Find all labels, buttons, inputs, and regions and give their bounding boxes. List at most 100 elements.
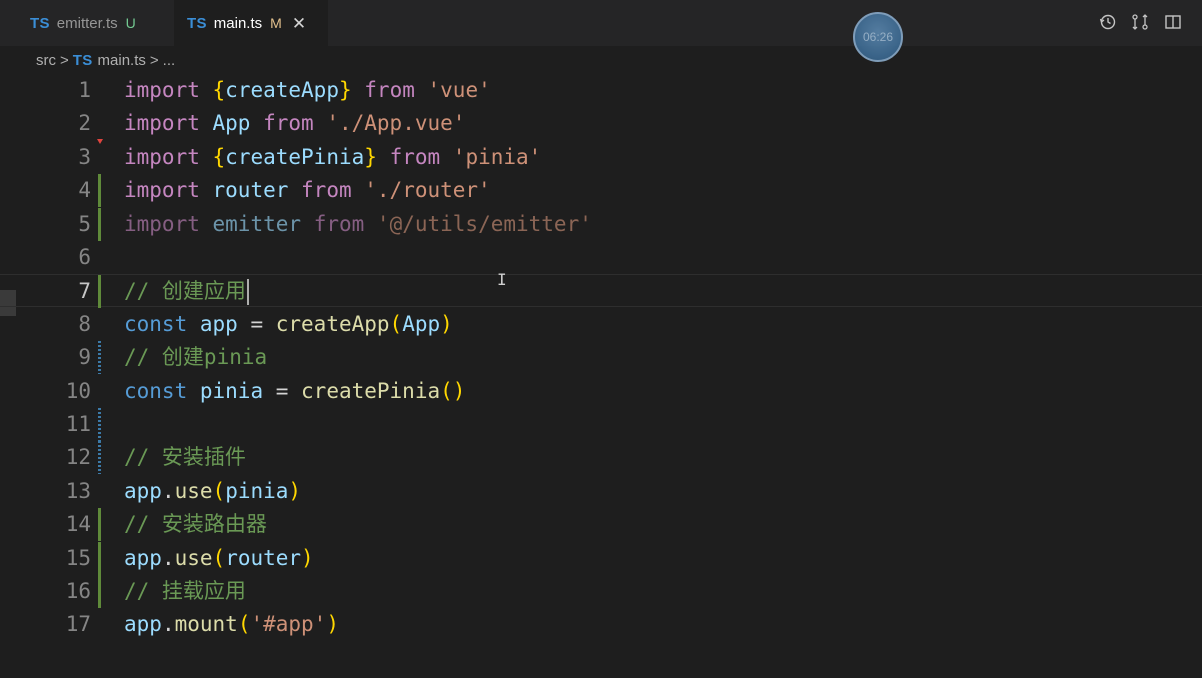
git-gutter-marker[interactable] [98, 541, 101, 575]
line-number[interactable]: 2 [41, 107, 91, 140]
code-line[interactable]: 2 import App from './App.vue' [0, 107, 1202, 140]
code-line[interactable]: 15 app.use(router) [0, 541, 1202, 575]
line-number[interactable]: 10 [41, 375, 91, 408]
line-number[interactable]: 3 [41, 141, 91, 174]
breadcrumb-file[interactable]: main.ts [98, 52, 146, 69]
history-icon[interactable] [1098, 12, 1118, 32]
line-number[interactable]: 14 [41, 508, 91, 541]
code-text: // 安装插件 [124, 441, 246, 474]
code-line[interactable]: 4 import router from './router' [0, 174, 1202, 208]
code-token: from [263, 111, 314, 136]
code-token: './router' [364, 178, 491, 203]
code-token: { [212, 78, 226, 102]
close-icon[interactable]: ✕ [292, 15, 306, 32]
code-text: const pinia = createPinia() [124, 375, 465, 408]
code-text: import App from './App.vue' [124, 107, 465, 140]
code-line[interactable]: 13 app.use(pinia) [0, 475, 1202, 508]
code-token: 'pinia' [452, 144, 542, 169]
code-token: ) [288, 478, 302, 503]
line-number[interactable]: 16 [41, 575, 91, 608]
code-token: ( [389, 311, 403, 336]
tab-main-ts[interactable]: TS main.ts M ✕ [174, 0, 328, 46]
code-token: use [174, 545, 213, 570]
code-line[interactable]: 10 const pinia = createPinia() [0, 375, 1202, 408]
code-line[interactable]: 9 // 创建pinia [0, 341, 1202, 375]
git-gutter-marker[interactable] [98, 341, 101, 375]
code-line[interactable]: 6 [0, 241, 1202, 274]
code-token: // 挂载应用 [124, 579, 246, 603]
tab-emitter-ts[interactable]: TS emitter.ts U [18, 0, 168, 46]
code-line[interactable]: 14 // 安装路由器 [0, 508, 1202, 542]
compare-changes-icon[interactable] [1130, 12, 1150, 32]
code-token: import [124, 211, 200, 236]
code-line[interactable]: 17 app.mount('#app') [0, 608, 1202, 641]
floating-clock-widget[interactable]: 06:26 [853, 12, 903, 62]
code-line[interactable]: 1 import {createApp} from 'vue' [0, 74, 1202, 107]
text-cursor-icon: I [497, 270, 507, 289]
editor-tab-bar: TS emitter.ts U TS main.ts M ✕ 06:26 [0, 0, 1202, 62]
line-number[interactable]: 1 [41, 74, 91, 107]
git-gutter-marker[interactable] [98, 408, 101, 441]
line-number[interactable]: 6 [41, 241, 91, 274]
code-token: router [225, 545, 302, 570]
line-number[interactable]: 15 [41, 542, 91, 575]
git-gutter-marker[interactable] [98, 275, 101, 309]
typescript-file-icon: TS [72, 51, 93, 69]
chevron-right-icon: > [60, 51, 69, 69]
line-number[interactable]: 11 [41, 408, 91, 441]
breakpoint-hint-icon [97, 139, 103, 144]
code-token: import [124, 78, 200, 102]
line-number[interactable]: 9 [41, 341, 91, 374]
code-editor[interactable]: 1 import {createApp} from 'vue' 2 import Ap… [0, 74, 1202, 678]
breadcrumb-folder[interactable]: src [36, 52, 56, 69]
code-token: ( [237, 612, 251, 637]
code-token: // 创建应用 [124, 279, 246, 304]
code-token: app [124, 612, 162, 637]
line-number[interactable]: 7 [41, 275, 91, 308]
code-line[interactable]: 5 import emitter from '@/utils/emitter' [0, 207, 1202, 241]
code-line[interactable]: 8 const app = createApp(App) [0, 308, 1202, 341]
code-line[interactable]: 3 import {createPinia} from 'pinia' [0, 141, 1202, 174]
code-token: } [338, 78, 352, 102]
code-token: import [124, 111, 200, 136]
text-caret [246, 279, 249, 306]
git-gutter-marker[interactable] [98, 441, 101, 475]
code-token: emitter [212, 211, 302, 236]
git-gutter-marker[interactable] [98, 575, 101, 608]
code-line[interactable]: 11 [0, 408, 1202, 441]
line-number[interactable]: 4 [41, 174, 91, 207]
code-token: const [124, 311, 188, 336]
code-token: from [364, 78, 415, 102]
code-line[interactable]: 16 // 挂载应用 [0, 575, 1202, 608]
breadcrumb-symbols[interactable]: ... [163, 52, 176, 69]
split-editor-icon[interactable] [1163, 12, 1183, 32]
breadcrumb: src > TS main.ts > ... [36, 49, 175, 71]
code-token: import [124, 178, 200, 203]
line-number[interactable]: 17 [41, 608, 91, 641]
code-line[interactable]: 12 // 安装插件 [0, 441, 1202, 475]
code-token: ) [326, 612, 339, 637]
code-token: = [237, 311, 276, 336]
git-gutter-marker[interactable] [98, 508, 101, 542]
code-line[interactable]: 7 // 创建应用 [0, 274, 1202, 309]
git-gutter-marker[interactable] [98, 174, 101, 208]
line-number[interactable]: 5 [41, 208, 91, 241]
code-text: import router from './router' [124, 174, 491, 207]
code-token: } [364, 144, 377, 169]
line-number[interactable]: 8 [41, 308, 91, 341]
tab-git-status: M [270, 15, 282, 31]
code-token: () [440, 378, 466, 403]
git-gutter-marker[interactable] [98, 207, 101, 241]
line-number[interactable]: 13 [41, 475, 91, 508]
code-token: ) [440, 311, 453, 336]
code-token: . [161, 478, 175, 503]
code-text: // 创建pinia [124, 341, 267, 374]
line-number[interactable]: 12 [41, 441, 91, 474]
